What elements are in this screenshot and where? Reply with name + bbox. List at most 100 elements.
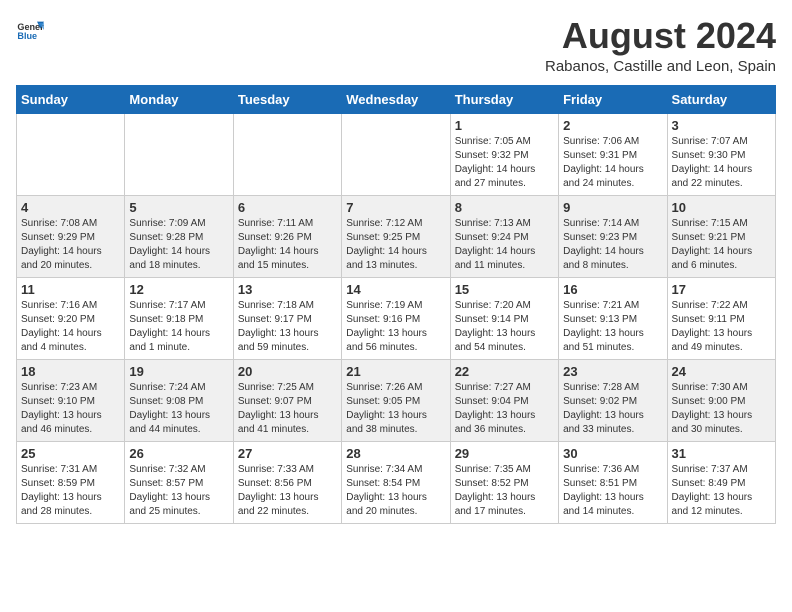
- day-number: 20: [238, 364, 337, 379]
- day-info: Sunrise: 7:17 AMSunset: 9:18 PMDaylight:…: [129, 299, 228, 355]
- day-info: Sunrise: 7:33 AMSunset: 8:56 PMDaylight:…: [238, 463, 337, 519]
- day-number: 13: [238, 282, 337, 297]
- day-number: 1: [455, 118, 554, 133]
- day-number: 26: [129, 446, 228, 461]
- day-info: Sunrise: 7:27 AMSunset: 9:04 PMDaylight:…: [455, 381, 554, 437]
- day-info: Sunrise: 7:28 AMSunset: 9:02 PMDaylight:…: [563, 381, 662, 437]
- day-number: 18: [21, 364, 120, 379]
- calendar-cell: [233, 113, 341, 195]
- calendar-cell: 18 Sunrise: 7:23 AMSunset: 9:10 PMDayligh…: [17, 359, 125, 441]
- day-number: 25: [21, 446, 120, 461]
- day-number: 19: [129, 364, 228, 379]
- day-info: Sunrise: 7:07 AMSunset: 9:30 PMDaylight:…: [672, 135, 771, 191]
- day-info: Sunrise: 7:30 AMSunset: 9:00 PMDaylight:…: [672, 381, 771, 437]
- day-number: 11: [21, 282, 120, 297]
- calendar-cell: 24 Sunrise: 7:30 AMSunset: 9:00 PMDayligh…: [667, 359, 775, 441]
- day-info: Sunrise: 7:14 AMSunset: 9:23 PMDaylight:…: [563, 217, 662, 273]
- col-header-sunday: Sunday: [17, 85, 125, 113]
- calendar-cell: 10 Sunrise: 7:15 AMSunset: 9:21 PMDayligh…: [667, 195, 775, 277]
- calendar-cell: 27 Sunrise: 7:33 AMSunset: 8:56 PMDayligh…: [233, 441, 341, 523]
- col-header-friday: Friday: [559, 85, 667, 113]
- day-info: Sunrise: 7:05 AMSunset: 9:32 PMDaylight:…: [455, 135, 554, 191]
- day-number: 3: [672, 118, 771, 133]
- calendar-cell: 19 Sunrise: 7:24 AMSunset: 9:08 PMDayligh…: [125, 359, 233, 441]
- calendar-cell: 17Sunrise: 7:22 AMSunset: 9:11 PMDayligh…: [667, 277, 775, 359]
- day-number: 31: [672, 446, 771, 461]
- day-info: Sunrise: 7:23 AMSunset: 9:10 PMDaylight:…: [21, 381, 120, 437]
- subtitle: Rabanos, Castille and Leon, Spain: [545, 58, 776, 75]
- svg-text:Blue: Blue: [17, 31, 37, 41]
- calendar-week-4: 18 Sunrise: 7:23 AMSunset: 9:10 PMDayligh…: [17, 359, 776, 441]
- calendar-table: SundayMondayTuesdayWednesdayThursdayFrid…: [16, 85, 776, 524]
- calendar-cell: 13 Sunrise: 7:18 AMSunset: 9:17 PMDayligh…: [233, 277, 341, 359]
- calendar-cell: 21 Sunrise: 7:26 AMSunset: 9:05 PMDayligh…: [342, 359, 450, 441]
- day-info: Sunrise: 7:09 AMSunset: 9:28 PMDaylight:…: [129, 217, 228, 273]
- col-header-thursday: Thursday: [450, 85, 558, 113]
- day-number: 10: [672, 200, 771, 215]
- col-header-tuesday: Tuesday: [233, 85, 341, 113]
- main-title: August 2024: [545, 16, 776, 56]
- calendar-cell: 22Sunrise: 7:27 AMSunset: 9:04 PMDayligh…: [450, 359, 558, 441]
- title-block: August 2024 Rabanos, Castille and Leon, …: [545, 16, 776, 75]
- day-info: Sunrise: 7:26 AMSunset: 9:05 PMDaylight:…: [346, 381, 445, 437]
- calendar-week-1: 1 Sunrise: 7:05 AMSunset: 9:32 PMDaylight…: [17, 113, 776, 195]
- day-number: 7: [346, 200, 445, 215]
- day-number: 24: [672, 364, 771, 379]
- calendar-cell: [125, 113, 233, 195]
- day-number: 23: [563, 364, 662, 379]
- day-info: Sunrise: 7:37 AMSunset: 8:49 PMDaylight:…: [672, 463, 771, 519]
- day-number: 5: [129, 200, 228, 215]
- calendar-cell: 2Sunrise: 7:06 AMSunset: 9:31 PMDaylight…: [559, 113, 667, 195]
- day-info: Sunrise: 7:08 AMSunset: 9:29 PMDaylight:…: [21, 217, 120, 273]
- day-number: 12: [129, 282, 228, 297]
- calendar-week-2: 4 Sunrise: 7:08 AMSunset: 9:29 PMDaylight…: [17, 195, 776, 277]
- day-info: Sunrise: 7:19 AMSunset: 9:16 PMDaylight:…: [346, 299, 445, 355]
- day-info: Sunrise: 7:24 AMSunset: 9:08 PMDaylight:…: [129, 381, 228, 437]
- day-number: 4: [21, 200, 120, 215]
- day-number: 17: [672, 282, 771, 297]
- day-number: 29: [455, 446, 554, 461]
- day-info: Sunrise: 7:31 AMSunset: 8:59 PMDaylight:…: [21, 463, 120, 519]
- calendar-week-3: 11 Sunrise: 7:16 AMSunset: 9:20 PMDayligh…: [17, 277, 776, 359]
- day-number: 15: [455, 282, 554, 297]
- day-number: 27: [238, 446, 337, 461]
- day-info: Sunrise: 7:32 AMSunset: 8:57 PMDaylight:…: [129, 463, 228, 519]
- day-info: Sunrise: 7:35 AMSunset: 8:52 PMDaylight:…: [455, 463, 554, 519]
- calendar-cell: 12 Sunrise: 7:17 AMSunset: 9:18 PMDayligh…: [125, 277, 233, 359]
- day-info: Sunrise: 7:11 AMSunset: 9:26 PMDaylight:…: [238, 217, 337, 273]
- day-info: Sunrise: 7:18 AMSunset: 9:17 PMDaylight:…: [238, 299, 337, 355]
- calendar-cell: 1 Sunrise: 7:05 AMSunset: 9:32 PMDaylight…: [450, 113, 558, 195]
- col-header-saturday: Saturday: [667, 85, 775, 113]
- calendar-cell: 7 Sunrise: 7:12 AMSunset: 9:25 PMDaylight…: [342, 195, 450, 277]
- calendar-cell: [17, 113, 125, 195]
- day-info: Sunrise: 7:36 AMSunset: 8:51 PMDaylight:…: [563, 463, 662, 519]
- day-number: 28: [346, 446, 445, 461]
- day-info: Sunrise: 7:13 AMSunset: 9:24 PMDaylight:…: [455, 217, 554, 273]
- calendar-cell: 30 Sunrise: 7:36 AMSunset: 8:51 PMDayligh…: [559, 441, 667, 523]
- calendar-cell: 9 Sunrise: 7:14 AMSunset: 9:23 PMDaylight…: [559, 195, 667, 277]
- day-number: 14: [346, 282, 445, 297]
- calendar-cell: 25 Sunrise: 7:31 AMSunset: 8:59 PMDayligh…: [17, 441, 125, 523]
- page-header: General Blue August 2024 Rabanos, Castil…: [16, 16, 776, 75]
- calendar-cell: 20Sunrise: 7:25 AMSunset: 9:07 PMDayligh…: [233, 359, 341, 441]
- day-info: Sunrise: 7:34 AMSunset: 8:54 PMDaylight:…: [346, 463, 445, 519]
- calendar-cell: 28 Sunrise: 7:34 AMSunset: 8:54 PMDayligh…: [342, 441, 450, 523]
- calendar-cell: 23 Sunrise: 7:28 AMSunset: 9:02 PMDayligh…: [559, 359, 667, 441]
- logo: General Blue: [16, 16, 44, 44]
- day-number: 8: [455, 200, 554, 215]
- calendar-cell: 5 Sunrise: 7:09 AMSunset: 9:28 PMDaylight…: [125, 195, 233, 277]
- calendar-cell: 8 Sunrise: 7:13 AMSunset: 9:24 PMDaylight…: [450, 195, 558, 277]
- day-info: Sunrise: 7:21 AMSunset: 9:13 PMDaylight:…: [563, 299, 662, 355]
- logo-icon: General Blue: [16, 16, 44, 44]
- day-number: 16: [563, 282, 662, 297]
- calendar-cell: 11 Sunrise: 7:16 AMSunset: 9:20 PMDayligh…: [17, 277, 125, 359]
- day-number: 30: [563, 446, 662, 461]
- calendar-cell: 26 Sunrise: 7:32 AMSunset: 8:57 PMDayligh…: [125, 441, 233, 523]
- day-info: Sunrise: 7:15 AMSunset: 9:21 PMDaylight:…: [672, 217, 771, 273]
- day-number: 9: [563, 200, 662, 215]
- calendar-cell: 3 Sunrise: 7:07 AMSunset: 9:30 PMDaylight…: [667, 113, 775, 195]
- day-info: Sunrise: 7:16 AMSunset: 9:20 PMDaylight:…: [21, 299, 120, 355]
- col-header-wednesday: Wednesday: [342, 85, 450, 113]
- day-number: 21: [346, 364, 445, 379]
- day-info: Sunrise: 7:12 AMSunset: 9:25 PMDaylight:…: [346, 217, 445, 273]
